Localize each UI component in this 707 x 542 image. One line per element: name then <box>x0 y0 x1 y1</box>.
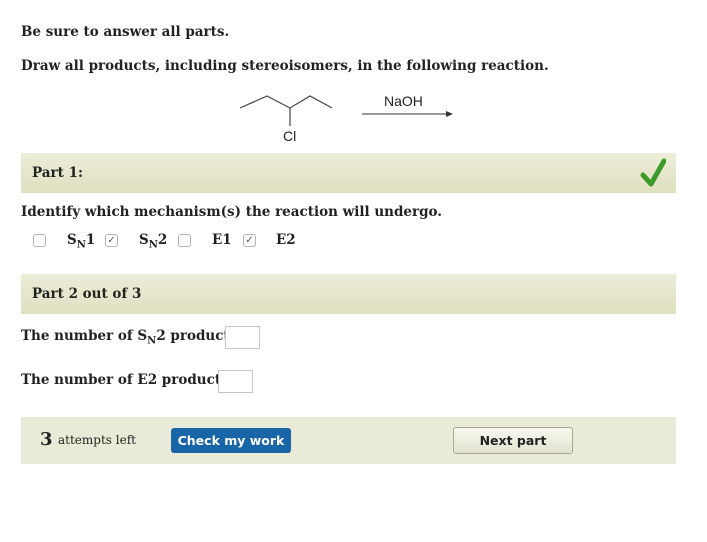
arrowhead <box>446 111 453 117</box>
sn1-label: SN1 <box>67 232 96 251</box>
instruction-draw-products: Draw all products, including stereoisome… <box>21 58 549 74</box>
sn2-label: SN2 <box>139 232 168 251</box>
e2-products-question: The number of E2 product(s): <box>21 372 247 388</box>
e2-products-input[interactable] <box>218 370 253 393</box>
mechanism-question: Identify which mechanism(s) the reaction… <box>21 204 443 220</box>
instruction-answer-all: Be sure to answer all parts. <box>21 24 230 40</box>
part1-header: Part 1: <box>21 153 676 193</box>
attempts-label: attempts left <box>58 433 136 447</box>
next-part-button[interactable]: Next part <box>453 427 573 454</box>
correct-check-icon <box>640 158 666 187</box>
skeletal-structure <box>239 95 333 109</box>
sn2-products-question: The number of SN2 product(s): <box>21 328 256 347</box>
sn2-checkbox[interactable]: ✓ <box>105 234 118 247</box>
e1-checkbox[interactable] <box>178 234 191 247</box>
reagent-label: NaOH <box>384 93 423 109</box>
sn1-checkbox[interactable] <box>33 234 46 247</box>
footer-bar: 3 attempts left Check my work Next part <box>21 417 676 464</box>
part2-header: Part 2 out of 3 <box>21 274 676 314</box>
chlorine-label: Cl <box>283 128 296 144</box>
attempts-count: 3 <box>40 429 53 450</box>
e2-label: E2 <box>276 232 296 248</box>
e2-checkbox[interactable]: ✓ <box>243 234 256 247</box>
reaction-scheme: Cl NaOH <box>239 93 453 144</box>
check-my-work-button[interactable]: Check my work <box>171 428 291 453</box>
part2-label: Part 2 out of 3 <box>32 286 142 302</box>
sn2-products-input[interactable] <box>225 326 260 349</box>
e1-label: E1 <box>212 232 232 248</box>
part1-label: Part 1: <box>32 165 83 181</box>
